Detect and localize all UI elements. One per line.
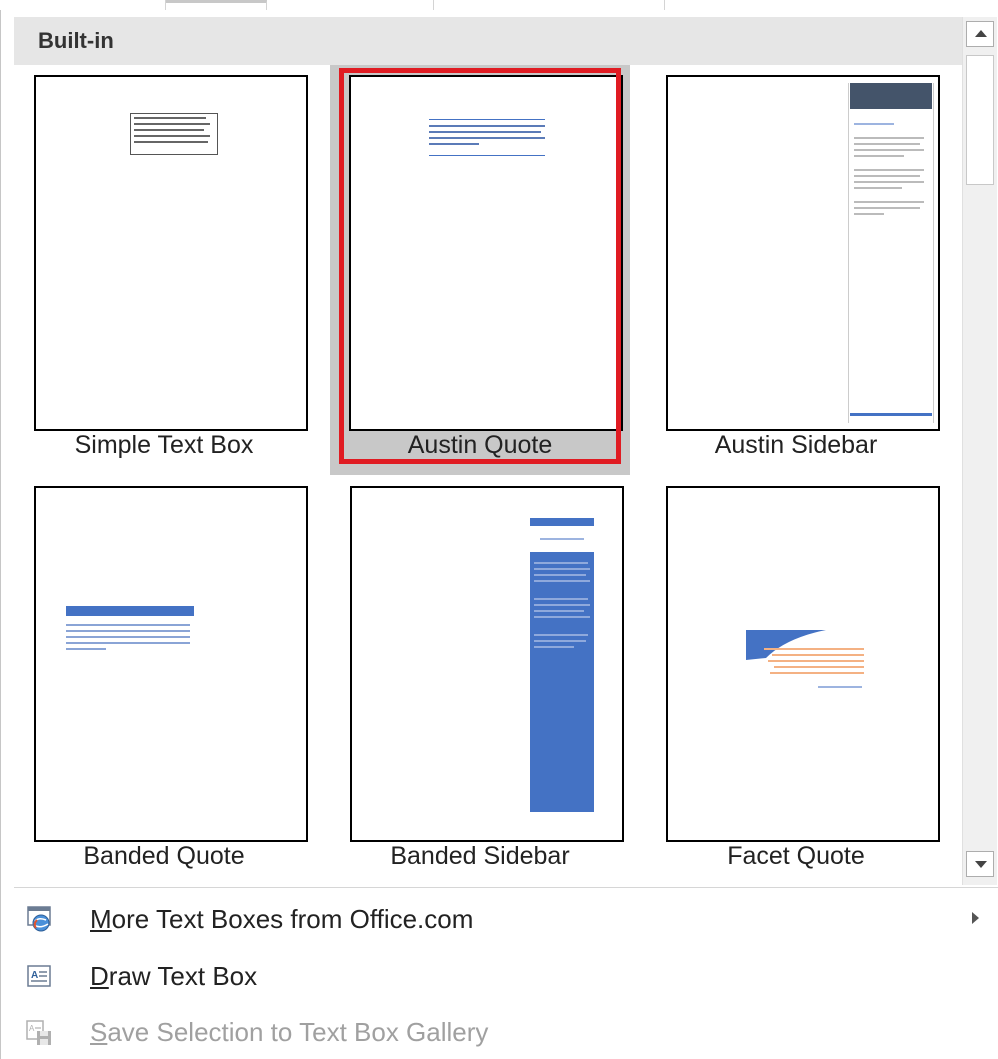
facet-quote-thumbnail (666, 486, 940, 842)
banded-sidebar-thumbnail (350, 486, 624, 842)
save-selection-menu-item: A Save Selection to Text Box Gallery (14, 1007, 998, 1057)
draw-text-box-menu-item[interactable]: A Draw Text Box (14, 951, 998, 1001)
chevron-right-icon (972, 912, 979, 924)
svg-text:A: A (29, 1024, 35, 1033)
draw-text-box-label: Draw Text Box (90, 961, 258, 991)
gallery-item-label: Simple Text Box (74, 431, 254, 459)
scroll-up-arrow-icon[interactable] (966, 21, 994, 47)
selection-highlight (339, 68, 621, 464)
gallery-item-label: Facet Quote (727, 842, 865, 870)
text-box-icon: A (27, 965, 51, 987)
gallery-item-label: Austin Quote (407, 431, 553, 459)
gallery-item-label: Austin Sidebar (714, 431, 878, 459)
gallery-item-facet-quote[interactable]: Facet Quote (646, 476, 946, 886)
gallery-item-austin-quote[interactable]: Austin Quote (330, 65, 630, 475)
top-strip (0, 0, 998, 10)
text-box-gallery: Simple Text Box Austin Quote Austin Side… (14, 65, 962, 885)
gallery-scrollbar[interactable] (962, 17, 997, 885)
gallery-item-austin-sidebar[interactable]: Austin Sidebar (646, 65, 946, 475)
scrollbar-thumb[interactable] (966, 55, 994, 185)
save-selection-label: Save Selection to Text Box Gallery (90, 1017, 489, 1047)
more-text-boxes-label: More Text Boxes from Office.com (90, 904, 474, 934)
save-to-gallery-icon: A (26, 1020, 51, 1045)
panel-left-border (0, 10, 1, 1059)
banded-quote-thumbnail (34, 486, 308, 842)
gallery-section-header: Built-in (14, 17, 962, 65)
simple-text-box-thumbnail (34, 75, 308, 431)
office-globe-icon (27, 906, 51, 932)
austin-sidebar-thumbnail (666, 75, 940, 431)
scroll-down-arrow-icon[interactable] (966, 851, 994, 877)
more-text-boxes-menu-item[interactable]: More Text Boxes from Office.com (14, 894, 998, 944)
gallery-item-label: Banded Quote (83, 842, 245, 870)
gallery-item-label: Banded Sidebar (390, 842, 570, 870)
gallery-item-banded-sidebar[interactable]: Banded Sidebar (330, 476, 630, 886)
menu-separator (14, 887, 998, 888)
gallery-item-simple-text-box[interactable]: Simple Text Box (14, 65, 314, 475)
section-title: Built-in (38, 28, 114, 53)
gallery-item-banded-quote[interactable]: Banded Quote (14, 476, 314, 886)
svg-text:A: A (31, 970, 38, 981)
